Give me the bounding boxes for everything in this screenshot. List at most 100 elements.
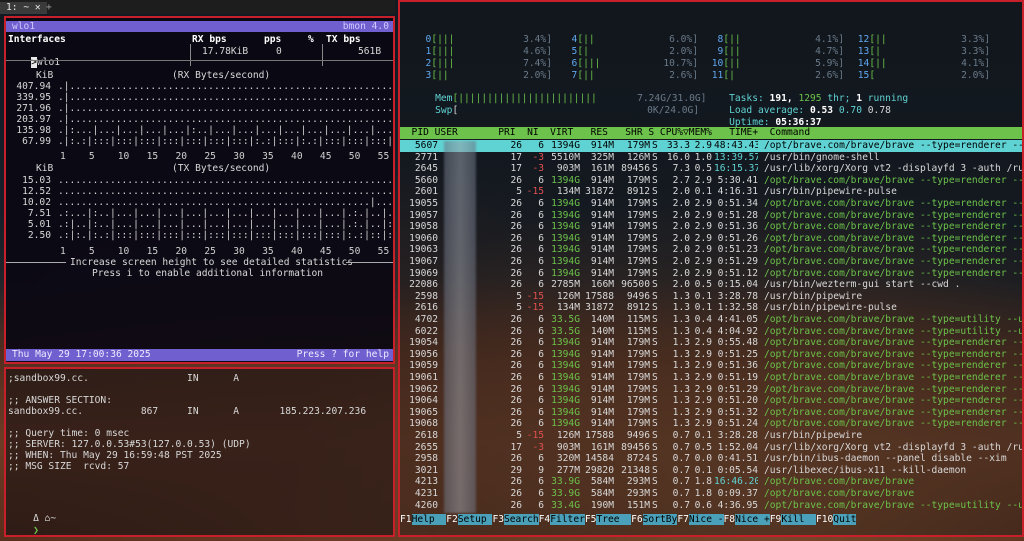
process-row[interactable]: 19058 26 6 1394G 914M 179M S 2.0 2.9 0:51.36/opt/… <box>400 221 1022 232</box>
proc-virt: 1394G <box>551 174 580 186</box>
proc-shr: 179M <box>626 360 650 372</box>
process-row[interactable]: 19068 26 6 1394G 914M 179M S 1.3 2.9 0:51.24/opt/… <box>400 418 1022 429</box>
process-row[interactable]: 2645 17 -3 903M 161M 89456 S 7.3 0.5 16:15.37/usr… <box>400 163 1022 174</box>
process-row[interactable]: 19061 26 6 1394G 914M 179M S 1.3 2.9 0:51.19/opt/… <box>400 372 1022 383</box>
proc-s: S <box>652 209 658 221</box>
process-row[interactable]: 19055 26 6 1394G 914M 179M S 2.0 2.9 0:51.34/opt/… <box>400 198 1022 209</box>
process-row[interactable]: 2771 17 -3 5510M 325M 126M S 16.0 1.0 13:39.57/us… <box>400 152 1022 163</box>
proc-pri: 26 <box>510 453 522 465</box>
cpu-number: 0 <box>414 34 432 45</box>
fkey-label[interactable]: Quit <box>833 514 857 525</box>
process-table-header[interactable]: PID USER PRI NI VIRT RES SHR S CPU%▽MEM%… <box>400 127 1022 139</box>
process-row[interactable]: 19059 26 6 1394G 914M 179M S 1.3 2.9 0:51.36/opt/… <box>400 360 1022 371</box>
proc-cmd: /opt/brave.com/brave/brave --type=utilit… <box>764 325 1022 337</box>
fkey-f2[interactable]: F2 <box>446 514 458 525</box>
bmon-pane[interactable]: wlo1 bmon 4.0 Interfaces RX bps pps % TX… <box>4 16 395 364</box>
proc-virt: 903M <box>556 441 580 453</box>
fkey-label[interactable]: Setup <box>457 514 493 525</box>
bmon-iface-rx: 17.78KiB <box>202 46 249 57</box>
cpu-meter: 10[|| <box>706 58 741 69</box>
process-row[interactable]: 19067 26 6 1394G 914M 179M S 2.0 2.9 0:51.29/opt/… <box>400 256 1022 267</box>
process-row[interactable]: 19064 26 6 1394G 914M 179M S 1.3 2.9 0:51.20/opt/… <box>400 395 1022 406</box>
proc-virt: 1394G <box>551 360 580 372</box>
tab-1[interactable]: 1: ~ ✕ <box>0 2 47 14</box>
process-row[interactable]: 2618 5 -15 126M 17588 9496 S 0.7 0.1 3:28.28/usr/… <box>400 430 1022 441</box>
process-row[interactable]: 22086 26 6 2785M 166M 96500 S 2.0 0.5 0:15.04/usr… <box>400 279 1022 290</box>
fkey-label[interactable]: Nice + <box>735 514 770 525</box>
fkey-label[interactable]: Filter <box>550 514 585 525</box>
process-row[interactable]: 2958 26 6 320M 14584 8724 S 0.7 0.0 0:41.51/usr/b… <box>400 453 1022 464</box>
proc-ni: 6 <box>538 348 544 360</box>
fkey-f4[interactable]: F4 <box>539 514 551 525</box>
process-row[interactable]: 4702 26 6 33.5G 140M 115M S 1.3 0.4 4:41.05/opt/b… <box>400 314 1022 325</box>
fkey-f8[interactable]: F8 <box>724 514 736 525</box>
proc-pid: 19057 <box>409 209 438 221</box>
fkey-label[interactable]: Search <box>504 514 539 525</box>
process-row[interactable]: 5660 26 6 1394G 914M 179M S 2.7 2.9 5:30.41/opt/b… <box>400 175 1022 186</box>
proc-res: 14584 <box>585 453 614 465</box>
proc-shr: 8912 <box>626 186 650 198</box>
bmon-help-hint[interactable]: Press ? for help <box>297 349 389 361</box>
proc-mem: 2.9 <box>694 209 712 221</box>
process-row[interactable]: 2616 5 -15 134M 31872 8912 S 1.3 0.1 1:32.58/usr/… <box>400 302 1022 313</box>
fkey-label[interactable]: Nice - <box>688 514 724 525</box>
proc-pri: 26 <box>510 140 522 151</box>
proc-mem: 2.9 <box>694 140 712 151</box>
fkey-f5[interactable]: F5 <box>585 514 597 525</box>
tx-y-label: 5.01 <box>27 219 51 230</box>
shell-prompt[interactable]: ❯ <box>10 514 41 535</box>
proc-time: 0:09.37 <box>717 488 758 499</box>
new-tab-button[interactable]: + <box>46 2 52 14</box>
process-row[interactable]: 19063 26 6 1394G 914M 179M S 2.0 2.9 0:51.23/opt/… <box>400 244 1022 255</box>
process-row[interactable]: 6022 26 6 33.5G 140M 115M S 1.3 0.4 4:04.92/opt/b… <box>400 326 1022 337</box>
process-row-selected[interactable]: 5607 26 6 1394G 914M 179M S 33.3 2.9 48:43.43/opt… <box>400 140 1022 152</box>
process-row[interactable]: 2655 17 -3 903M 161M 89456 S 0.7 0.5 1:52.04/usr/… <box>400 442 1022 453</box>
process-row[interactable]: 3021 29 9 277M 29820 21348 S 0.7 0.1 0:05.54/usr/… <box>400 465 1022 476</box>
process-row[interactable]: 19054 26 6 1394G 914M 179M S 1.3 2.9 0:55.48/opt/… <box>400 337 1022 348</box>
rx-y-label: 407.94 <box>16 81 51 92</box>
cpu-number: 14 <box>852 58 870 69</box>
load-15: 0.78 <box>867 105 891 116</box>
fkey-f9[interactable]: F9 <box>770 514 782 525</box>
process-row[interactable]: 4260 26 6 33.4G 190M 151M S 0.7 0.6 4:36.95/opt/b… <box>400 500 1022 511</box>
proc-cpu: 2.0 <box>672 244 690 256</box>
mem-bar: [|||||||||||||||||||||||| <box>452 93 597 104</box>
fkey-f7[interactable]: F7 <box>677 514 689 525</box>
fkey-f3[interactable]: F3 <box>492 514 504 525</box>
process-row[interactable]: 19069 26 6 1394G 914M 179M S 2.0 2.9 0:51.12/opt/… <box>400 268 1022 279</box>
fkey-label[interactable]: Kill <box>781 514 816 525</box>
proc-pid: 19068 <box>409 418 438 430</box>
fkey-f1[interactable]: F1 <box>400 514 412 525</box>
process-row[interactable]: 19060 26 6 1394G 914M 179M S 2.0 2.9 0:51.26/opt/… <box>400 233 1022 244</box>
process-row[interactable]: 4213 26 6 33.9G 584M 293M S 0.7 1.8 16:46.20/opt/… <box>400 476 1022 487</box>
process-row[interactable]: 19057 26 6 1394G 914M 179M S 2.0 2.9 0:51.28/opt/… <box>400 210 1022 221</box>
proc-mem: 1.8 <box>694 488 712 499</box>
dig-line: ;; WHEN: Thu May 29 16:59:48 PST 2025 <box>8 450 222 461</box>
proc-virt: 1394G <box>551 209 580 221</box>
fkey-label[interactable]: SortBy <box>642 514 678 525</box>
process-row[interactable]: 4231 26 6 33.9G 584M 293M S 0.7 1.8 0:09.37/opt/b… <box>400 488 1022 499</box>
process-row[interactable]: 19065 26 6 1394G 914M 179M S 1.3 2.9 0:51.32/opt/… <box>400 407 1022 418</box>
proc-pid: 2598 <box>414 290 438 302</box>
dig-output-pane[interactable]: ;sandbox99.cc. IN A ;; ANSWER SECTION: san… <box>4 367 395 537</box>
proc-cmd: /opt/brave.com/brave/brave --type=utilit… <box>764 314 1022 325</box>
htop-pane[interactable]: 0[||| 3.4%] 1[||| 4.6%] 2[||| 7.4%] 3[|| 2.0… <box>398 0 1024 537</box>
proc-pri: 26 <box>510 221 522 233</box>
dig-line: ;; Query time: 0 msec <box>8 428 130 439</box>
proc-time: 13:39.57 <box>714 151 758 163</box>
fkey-f6[interactable]: F6 <box>631 514 643 525</box>
proc-shr: 179M <box>626 140 650 151</box>
proc-shr: 179M <box>626 174 650 186</box>
proc-virt: 1394G <box>551 348 580 360</box>
process-row[interactable]: 2598 5 -15 126M 17588 9496 S 1.3 0.1 3:28.78/usr/… <box>400 291 1022 302</box>
proc-time: 0:15.04 <box>717 279 758 291</box>
fkey-f10[interactable]: F10 <box>816 514 833 525</box>
tx-y-label: 2.50 <box>27 230 51 241</box>
process-row[interactable]: 19056 26 6 1394G 914M 179M S 1.3 2.9 0:51.25/opt/… <box>400 349 1022 360</box>
proc-mem: 0.1 <box>694 430 712 441</box>
process-row[interactable]: 19062 26 6 1394G 914M 179M S 1.3 2.9 0:51.29/opt/… <box>400 384 1022 395</box>
fkey-label[interactable]: Help <box>411 514 447 525</box>
process-row[interactable]: 2601 5 -15 134M 31872 8912 S 2.0 0.1 4:16.31/usr/… <box>400 186 1022 197</box>
fkey-label[interactable]: Tree <box>596 514 632 525</box>
proc-s: S <box>652 256 658 267</box>
